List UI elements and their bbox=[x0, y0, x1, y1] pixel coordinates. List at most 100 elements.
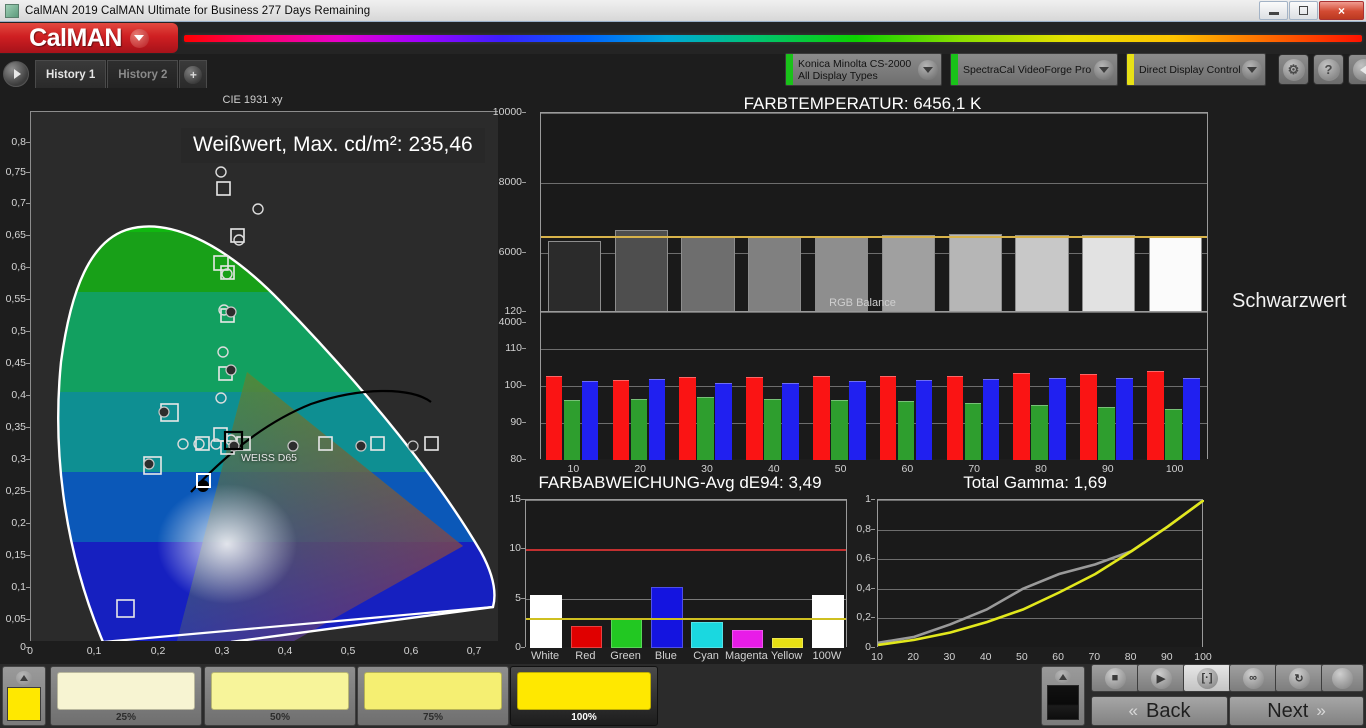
rgb-balance-bar-green bbox=[1031, 405, 1048, 460]
measure-icon: [·] bbox=[1196, 667, 1218, 689]
color-temperature-target-line bbox=[541, 235, 1207, 238]
swatch-50[interactable]: 50% bbox=[204, 666, 356, 726]
settings-button[interactable]: ⚙ bbox=[1278, 54, 1309, 85]
chevron-down-icon[interactable] bbox=[1242, 59, 1262, 80]
rgb-balance-bar-green bbox=[697, 397, 714, 460]
next-button[interactable]: Next » bbox=[1229, 696, 1364, 726]
cie-x-axis: 0 0,1 0,2 0,3 0,4 0,5 0,6 0,7 bbox=[27, 645, 498, 661]
rgb-balance-bar-green bbox=[1164, 408, 1182, 460]
brand-bar: CalMAN bbox=[0, 22, 1366, 54]
rgb-balance-x-tick: 60 bbox=[901, 463, 914, 475]
collapse-button[interactable] bbox=[1348, 54, 1366, 85]
control-selector[interactable]: Direct Display Control bbox=[1126, 53, 1266, 86]
gamma-plot[interactable] bbox=[877, 499, 1204, 647]
cie-y-tick: 0,6 bbox=[11, 261, 30, 273]
color-temperature-y-tick: 10000 bbox=[470, 106, 526, 118]
gamma-chart: Total Gamma: 1,69 0 0,2 0,4 0,6 0,8 1 10 20 30 4… bbox=[855, 474, 1215, 663]
add-tab-button[interactable]: + bbox=[179, 60, 208, 88]
refresh-icon: ↻ bbox=[1288, 667, 1310, 689]
rgb-balance-chart: RGB Balance 80 90 100 110 120 10 20 30 40 50 60 70… bbox=[504, 297, 1220, 482]
swatch-label: 75% bbox=[422, 712, 443, 723]
play-icon[interactable] bbox=[3, 61, 29, 87]
back-button[interactable]: « Back bbox=[1091, 696, 1228, 726]
cie-x-tick: 0,3 bbox=[214, 645, 230, 657]
delta-e-chart: FARBABWEICHUNG-Avg dE94: 3,49 0 5 10 15 Whi… bbox=[505, 474, 855, 662]
rgb-balance-bar-green bbox=[764, 399, 781, 460]
rgb-balance-bar-red bbox=[746, 376, 763, 461]
cie-x-tick: 0,7 bbox=[466, 645, 482, 657]
gamma-x-tick: 60 bbox=[1052, 651, 1064, 663]
extra-button[interactable] bbox=[1321, 664, 1364, 692]
play-button[interactable]: ▶ bbox=[1137, 664, 1185, 692]
black-patch-button[interactable] bbox=[1041, 666, 1085, 726]
meter-selector-line2: All Display Types bbox=[798, 69, 878, 82]
chevron-down-icon[interactable] bbox=[129, 28, 149, 48]
current-patch-button[interactable] bbox=[2, 666, 46, 726]
close-button[interactable]: × bbox=[1319, 1, 1364, 20]
rgb-balance-bar-green bbox=[1098, 406, 1115, 460]
swatch-label: 25% bbox=[115, 712, 136, 723]
meter-selector[interactable]: Konica Minolta CS-2000 All Display Types bbox=[785, 53, 942, 86]
gamma-x-tick: 100 bbox=[1194, 651, 1212, 663]
bottom-bar: 25% 50% 75% 100% ■ ▶ [·] ∞ ↻ « Back Next… bbox=[0, 664, 1366, 728]
swatch-25[interactable]: 25% bbox=[50, 666, 202, 726]
meter-status-stripe bbox=[786, 54, 793, 85]
cie-x-tick: 0,4 bbox=[277, 645, 293, 657]
delta-e-x-tick: Cyan bbox=[693, 650, 719, 662]
rgb-balance-title: RGB Balance bbox=[829, 297, 896, 309]
rgb-balance-y-tick: 110 bbox=[472, 342, 526, 354]
rgb-balance-bar-red bbox=[679, 377, 696, 460]
cie-x-tick: 0,5 bbox=[340, 645, 356, 657]
rgb-balance-bar-green bbox=[897, 401, 915, 460]
maximize-button[interactable] bbox=[1289, 1, 1318, 20]
measure-button[interactable]: [·] bbox=[1183, 664, 1231, 692]
rgb-balance-bar-green bbox=[964, 403, 982, 460]
chevron-left-icon: « bbox=[1128, 701, 1138, 720]
swatch-fill bbox=[364, 672, 502, 710]
chevron-down-icon[interactable] bbox=[918, 59, 938, 80]
control-status-stripe bbox=[1127, 54, 1134, 85]
cie-y-tick: 0,5 bbox=[11, 325, 30, 337]
swatch-fill bbox=[211, 672, 349, 710]
cie-y-tick: 0,05 bbox=[5, 613, 31, 625]
delta-e-x-tick: Yellow bbox=[770, 650, 803, 662]
cie-chart-panel: CIE 1931 xy Weißwert, Max. cd/m²: 235,46… bbox=[0, 94, 505, 664]
tab-history-2[interactable]: History 2 bbox=[107, 60, 179, 88]
rgb-balance-bar-red bbox=[1146, 371, 1164, 460]
gridline bbox=[541, 349, 1207, 350]
rgb-balance-y-tick: 90 bbox=[472, 416, 526, 428]
spectrum-bar bbox=[184, 34, 1362, 42]
rgb-balance-plot[interactable] bbox=[540, 311, 1208, 461]
rgb-balance-y-tick: 80 bbox=[472, 453, 526, 465]
continuous-button[interactable]: ∞ bbox=[1229, 664, 1277, 692]
minimize-button[interactable] bbox=[1259, 1, 1288, 20]
cie-plot-area[interactable]: Weißwert, Max. cd/m²: 235,46 WEISS D65 bbox=[30, 111, 498, 641]
color-temperature-y-tick: 8000 bbox=[470, 176, 526, 188]
cie-y-tick: 0,7 bbox=[11, 197, 30, 209]
chevron-left-icon bbox=[1352, 58, 1366, 81]
swatch-100[interactable]: 100% bbox=[510, 666, 658, 726]
refresh-button[interactable]: ↻ bbox=[1275, 664, 1323, 692]
source-selector[interactable]: SpectraCal VideoForge Pro bbox=[950, 53, 1118, 86]
gridline bbox=[526, 598, 846, 600]
rgb-balance-y-tick: 120 bbox=[472, 305, 526, 317]
swatch-75[interactable]: 75% bbox=[357, 666, 509, 726]
up-arrow-icon bbox=[16, 671, 32, 685]
back-label: Back bbox=[1146, 699, 1191, 722]
rgb-balance-bar-red bbox=[879, 376, 897, 460]
rgb-balance-bar-blue bbox=[982, 378, 1000, 460]
tab-history-1[interactable]: History 1 bbox=[35, 60, 107, 88]
rgb-balance-bar-blue bbox=[715, 383, 732, 460]
help-button[interactable]: ? bbox=[1313, 54, 1344, 85]
delta-e-plot[interactable] bbox=[525, 499, 847, 648]
chevron-down-icon[interactable] bbox=[1094, 59, 1114, 80]
plus-icon: + bbox=[184, 65, 203, 84]
gamma-x-tick: 30 bbox=[943, 651, 956, 663]
rgb-balance-bar-blue bbox=[581, 381, 599, 460]
calman-logo[interactable]: CalMAN bbox=[0, 23, 178, 53]
cie-y-tick: 0,25 bbox=[5, 485, 31, 497]
stop-button[interactable]: ■ bbox=[1091, 664, 1139, 692]
delta-e-yellow-threshold bbox=[526, 618, 846, 621]
cie-x-tick: 0,1 bbox=[86, 645, 102, 657]
gamma-x-tick: 80 bbox=[1124, 651, 1137, 663]
